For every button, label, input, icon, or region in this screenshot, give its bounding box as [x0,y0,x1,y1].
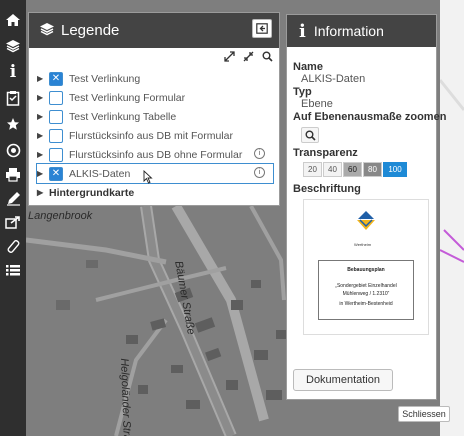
legend-header: Legende [29,13,279,48]
expand-icon[interactable] [224,51,235,65]
home-icon[interactable] [0,8,26,32]
type-label: Typ [293,86,312,98]
information-body: Name ALKIS-Daten Typ Ebene Auf Ebenenaus… [287,47,447,335]
info-icon: i [299,20,306,42]
layer-label: Test Verlinkung Tabelle [69,110,177,123]
caret-right-icon[interactable]: ▶ [37,150,49,159]
zoom-to-extent-label: Auf Ebenenausmaße zoomen [293,111,447,123]
wertheim-logo-icon [357,211,375,230]
information-title: Information [313,23,384,39]
layer-checkbox[interactable]: ✕ [49,166,63,181]
layer-checkbox[interactable]: ✕ [49,71,63,86]
documentation-button[interactable]: Dokumentation [293,369,393,391]
doc-line-4: in Wertheim-Bestenheid [339,301,393,307]
caret-right-icon[interactable]: ▶ [37,112,49,121]
print-icon[interactable] [0,162,26,186]
transparency-option-60[interactable]: 60 [343,162,362,177]
zoom-icon[interactable] [262,51,273,65]
name-label: Name [293,61,323,73]
layer-info-icon[interactable]: i [254,167,265,178]
caret-right-icon[interactable]: ▶ [37,169,49,178]
layer-info-icon[interactable]: i [254,148,265,159]
layer-label: ALKIS-Daten [69,167,131,180]
layer-label: Flurstücksinfo aus DB mit Formular [69,129,233,142]
information-header: i Information [287,15,436,47]
collapse-legend-button[interactable] [252,19,272,38]
document-preview: Bebauungsplan „Sondergebiet Einzelhandel… [318,260,414,320]
legend-image: Wertheim Bebauungsplan „Sondergebiet Ein… [303,199,429,335]
info-icon[interactable]: i [0,60,26,84]
layer-group-hintergrundkarte[interactable]: ▶ Hintergrundkarte [37,183,273,202]
layer-item-test-verlinkung-tabelle[interactable]: ▶ Test Verlinkung Tabelle [37,107,273,126]
left-toolbar: i [0,0,26,436]
layer-label: Flurstücksinfo aus DB ohne Formular [69,148,243,161]
layer-item-test-verlinkung-formular[interactable]: ▶ Test Verlinkung Formular [37,88,273,107]
target-icon[interactable] [0,138,26,162]
close-button[interactable]: Schliessen [398,406,450,422]
edit-icon[interactable] [0,186,26,210]
logo-text: Wertheim [354,242,372,247]
name-value: ALKIS-Daten [301,73,366,85]
layer-checkbox[interactable] [49,147,63,162]
group-label: Hintergrundkarte [49,186,135,199]
type-value: Ebene [301,98,333,110]
share-icon[interactable] [0,210,26,234]
legend-title: Legende [61,22,120,39]
layer-item-alkis-daten[interactable]: ▶ ✕ ALKIS-Daten i [36,163,274,184]
legend-tools [224,51,273,65]
caption-label: Beschriftung [293,183,361,195]
layer-item-test-verlinkung[interactable]: ▶ ✕ Test Verlinkung [37,69,273,88]
information-panel: i Information Name ALKIS-Daten Typ Ebene… [286,14,447,400]
zoom-icon [305,130,316,141]
doc-line-1: Bebauungsplan [347,267,385,273]
caret-right-icon[interactable]: ▶ [37,188,49,197]
transparency-label: Transparenz [293,147,358,159]
caret-right-icon[interactable]: ▶ [37,93,49,102]
layer-label: Test Verlinkung Formular [69,91,186,104]
caret-right-icon[interactable]: ▶ [37,74,49,83]
transparency-option-100[interactable]: 100 [383,162,407,177]
layer-checkbox[interactable] [49,109,63,124]
legend-panel: Legende ▶ ✕ Test Verlinkung ▶ Test Verli… [28,12,280,206]
measure-icon[interactable] [0,234,26,258]
star-icon[interactable] [0,112,26,136]
layers-icon [39,22,55,39]
list-icon[interactable] [0,258,26,282]
collapse-all-icon[interactable] [243,51,254,65]
layer-checkbox[interactable] [49,128,63,143]
layer-label: Test Verlinkung [69,72,141,85]
collapse-icon [256,23,268,34]
transparency-option-20[interactable]: 20 [303,162,322,177]
layer-list: ▶ ✕ Test Verlinkung ▶ Test Verlinkung Fo… [36,69,274,202]
layers-icon[interactable] [0,34,26,58]
zoom-to-extent-button[interactable] [301,127,319,143]
layer-item-flurstuecksinfo-mit-formular[interactable]: ▶ Flurstücksinfo aus DB mit Formular [37,126,273,145]
map-label-langenbrook: Langenbrook [28,210,93,222]
transparency-option-40[interactable]: 40 [323,162,342,177]
layer-checkbox[interactable] [49,90,63,105]
clipboard-icon[interactable] [0,86,26,110]
map-right-strip [438,0,464,436]
doc-line-2: „Sondergebiet Einzelhandel [335,283,397,289]
transparency-selector: 20 40 60 80 100 [303,162,430,177]
layer-item-flurstuecksinfo-ohne-formular[interactable]: ▶ Flurstücksinfo aus DB ohne Formular i [37,145,273,164]
caret-right-icon[interactable]: ▶ [37,131,49,140]
transparency-option-80[interactable]: 80 [363,162,382,177]
doc-line-3: Mühlenweg / 1.2310“ [342,291,390,297]
